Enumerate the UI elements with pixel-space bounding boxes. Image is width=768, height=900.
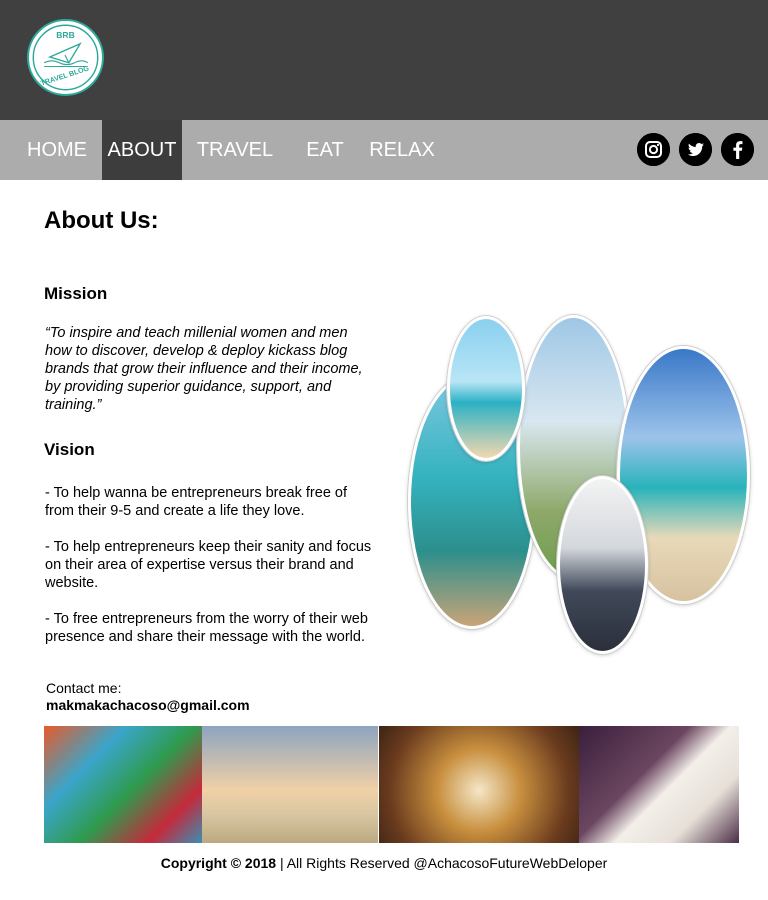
site-header: BRB TRAVEL BLOG	[0, 0, 768, 120]
gallery-photo-food-platter	[379, 726, 579, 843]
vision-item: - To free entrepreneurs from the worry o…	[45, 611, 368, 645]
vision-heading: Vision	[44, 440, 95, 459]
contact-label: Contact me:	[46, 680, 122, 696]
nav-item-about[interactable]: ABOUT	[102, 120, 182, 180]
facebook-icon[interactable]	[721, 133, 754, 166]
vision-item: - To help wanna be entrepreneurs break f…	[45, 485, 348, 519]
paper-plane-icon: BRB TRAVEL BLOG	[32, 24, 99, 91]
gallery-photo-palm-beach	[202, 726, 378, 843]
nav-item-relax[interactable]: RELAX	[362, 120, 442, 180]
logo-text-brb: BRB	[56, 30, 74, 40]
mission-statement: “To inspire and teach millenial women an…	[45, 325, 363, 413]
travel-photo-collage	[405, 312, 755, 657]
nav-item-travel[interactable]: TRAVEL	[190, 120, 280, 180]
gallery-photo-vegetables	[44, 726, 202, 843]
collage-photo-woman-coconut	[447, 316, 525, 461]
vision-item: - To help entrepreneurs keep their sanit…	[45, 539, 372, 591]
mission-heading: Mission	[44, 284, 108, 303]
collage-photo-business-laptop	[557, 476, 648, 654]
vision-list: - To help wanna be entrepreneurs break f…	[45, 484, 375, 664]
gallery-photo-tea-book	[579, 726, 739, 843]
brb-logo[interactable]: BRB TRAVEL BLOG	[27, 19, 104, 96]
footer-copyright: Copyright © 2018 | All Rights Reserved @…	[0, 855, 768, 871]
contact-email-link[interactable]: makmakachacoso@gmail.com	[46, 697, 250, 713]
copyright-rights: | All Rights Reserved @AchacosoFutureWeb…	[276, 855, 608, 871]
nav-item-eat[interactable]: EAT	[300, 120, 350, 180]
page-title: About Us:	[44, 207, 159, 234]
instagram-icon[interactable]	[637, 133, 670, 166]
twitter-icon[interactable]	[679, 133, 712, 166]
nav-item-home[interactable]: HOME	[20, 120, 94, 180]
copyright-year: Copyright © 2018	[160, 855, 277, 871]
